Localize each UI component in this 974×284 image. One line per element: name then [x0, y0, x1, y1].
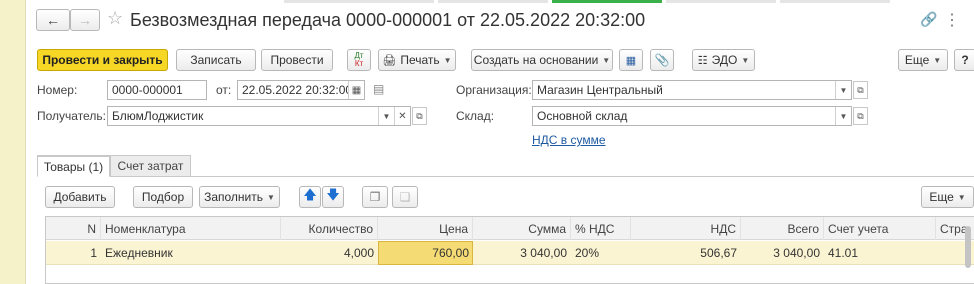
copy-button[interactable]: ❐ [362, 186, 388, 208]
comment-icon[interactable]: ▤ [373, 82, 384, 96]
paste-icon: ❏ [399, 190, 411, 204]
organization-open-button[interactable]: ⧉ [853, 81, 868, 99]
dt-kt-icon: Дт Кт [354, 51, 364, 68]
column-header-n[interactable]: N [46, 217, 101, 240]
warehouse-field[interactable]: Основной склад ▼ [532, 106, 852, 126]
scrollbar-thumb[interactable] [965, 226, 971, 268]
column-header-vat-rate[interactable]: % НДС [571, 217, 631, 240]
chevron-down-icon[interactable]: ▼ [378, 107, 394, 125]
link-icon[interactable]: 🔗 [920, 11, 937, 28]
warehouse-label: Склад: [456, 109, 495, 123]
recipient-label: Получатель: [37, 109, 106, 123]
document-structure-icon: ▦ [625, 54, 637, 67]
date-field[interactable]: 22.05.2022 20:32:00 ▦ [237, 80, 365, 100]
column-header-account[interactable]: Счет учета [824, 217, 936, 240]
tab-cost-account[interactable]: Счет затрат [110, 155, 191, 177]
vat-included-link[interactable]: НДС в сумме [532, 133, 606, 147]
number-field[interactable]: 0000-000001 [107, 80, 207, 100]
chevron-down-icon: ▼ [267, 192, 275, 202]
column-header-item[interactable]: Номенклатура [101, 217, 281, 240]
recipient-field[interactable]: БлюмЛоджистик ▼ ✕ [107, 106, 411, 126]
row-vat-rate: 20% [575, 246, 600, 260]
row-quantity: 4,000 [343, 246, 374, 260]
copy-icon: ❐ [369, 190, 381, 204]
add-button[interactable]: Добавить [45, 186, 115, 208]
arrow-right-icon: → [78, 12, 92, 28]
number-label: Номер: [37, 83, 78, 97]
fill-button[interactable]: Заполнить ▼ [199, 186, 280, 208]
create-based-on-button[interactable]: Создать на основании ▼ [471, 49, 613, 71]
tab-panel-border [37, 176, 974, 177]
column-header-vat[interactable]: НДС [631, 217, 741, 240]
arrow-left-icon: ← [46, 12, 60, 28]
save-button[interactable]: Записать [176, 49, 256, 71]
open-icon: ⧉ [857, 110, 864, 121]
column-header-sum[interactable]: Сумма [473, 217, 571, 240]
chevron-down-icon: ▼ [602, 55, 611, 65]
print-button[interactable]: 🖨 Печать ▼ [378, 49, 456, 71]
row-total: 3 040,00 [773, 246, 820, 260]
menu-dots-icon[interactable]: ⋮ [944, 10, 960, 30]
column-header-total[interactable]: Всего [741, 217, 824, 240]
warehouse-open-button[interactable]: ⧉ [853, 107, 868, 125]
chevron-down-icon[interactable]: ▼ [835, 81, 851, 99]
left-panel-stripe [0, 0, 26, 284]
row-vat: 506,67 [700, 246, 737, 260]
clear-icon[interactable]: ✕ [394, 107, 410, 125]
page-title: Безвозмездная передача 0000-000001 от 22… [130, 10, 646, 30]
open-icon: ⧉ [857, 84, 864, 95]
structure-button[interactable]: ▦ [619, 49, 643, 71]
back-button[interactable]: ← [36, 9, 70, 31]
tab-goods[interactable]: Товары (1) [37, 155, 110, 177]
edo-icon: ☷ [697, 54, 708, 67]
forward-button[interactable]: → [70, 9, 100, 31]
organization-field[interactable]: Магазин Центральный ▼ [532, 80, 852, 100]
chevron-down-icon: ▼ [933, 55, 942, 65]
chevron-down-icon[interactable]: ▼ [835, 107, 851, 125]
pick-button[interactable]: Подбор [133, 186, 193, 208]
printer-icon: 🖨 [382, 54, 397, 67]
help-icon: ? [961, 53, 969, 67]
arrow-down-icon: 🡇 [326, 187, 340, 202]
post-and-close-button[interactable]: Провести и закрыть [37, 49, 168, 71]
row-number: 1 [90, 246, 97, 260]
table-more-button[interactable]: Еще ▼ [921, 186, 974, 208]
organization-label: Организация: [456, 83, 532, 97]
row-item: Ежедневник [105, 246, 173, 260]
edo-button[interactable]: ☷ ЭДО ▼ [692, 49, 755, 71]
chevron-down-icon: ▼ [957, 192, 966, 202]
help-button[interactable]: ? [954, 49, 974, 71]
column-header-quantity[interactable]: Количество [281, 217, 378, 240]
chevron-down-icon: ▼ [741, 55, 750, 65]
row-sum: 3 040,00 [520, 246, 567, 260]
favorite-star-icon[interactable]: ☆ [107, 8, 123, 29]
move-up-button[interactable]: 🡅 [299, 186, 321, 208]
calendar-icon[interactable]: ▦ [348, 81, 364, 99]
arrow-up-icon: 🡅 [303, 187, 317, 202]
attach-button[interactable]: 📎 [650, 49, 674, 71]
recipient-open-button[interactable]: ⧉ [412, 107, 427, 125]
row-price: 760,00 [432, 246, 469, 260]
row-account: 41.01 [828, 246, 859, 260]
move-down-button[interactable]: 🡇 [322, 186, 344, 208]
column-header-price[interactable]: Цена [378, 217, 473, 240]
post-button[interactable]: Провести [261, 49, 333, 71]
dt-kt-button[interactable]: Дт Кт [347, 49, 371, 71]
chevron-down-icon: ▼ [443, 55, 452, 65]
top-indicator-bar [26, 0, 974, 4]
open-icon: ⧉ [416, 110, 423, 121]
more-button[interactable]: Еще ▼ [898, 49, 948, 71]
paperclip-icon: 📎 [654, 53, 670, 67]
date-label: от: [216, 83, 232, 97]
paste-button[interactable]: ❏ [392, 186, 418, 208]
